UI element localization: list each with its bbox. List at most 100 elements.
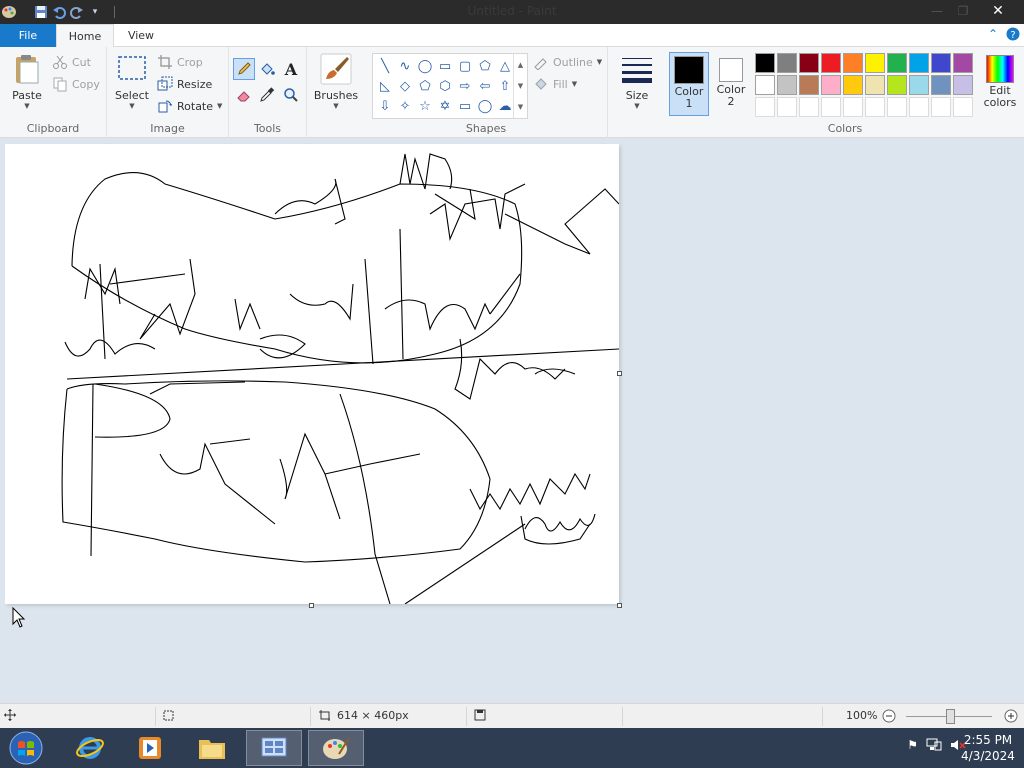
shapes-gallery-scroller[interactable]: ▲ ▼ ▼ (513, 54, 527, 118)
rotate-button[interactable]: Rotate ▼ (157, 96, 222, 116)
palette-color-19[interactable] (931, 75, 951, 95)
color2-selector[interactable]: Color 2 (711, 52, 751, 116)
scroll-up-icon[interactable]: ▲ (518, 61, 523, 69)
diamond-shape-icon[interactable]: ◇ (395, 76, 415, 96)
polygon-shape-icon[interactable]: ⬠ (475, 56, 495, 76)
palette-custom-slot-2[interactable] (777, 97, 797, 117)
gallery-expand-icon[interactable]: ▼ (518, 103, 523, 111)
palette-custom-slot-1[interactable] (755, 97, 775, 117)
paste-button[interactable]: Paste ▼ (8, 53, 46, 110)
palette-color-5[interactable] (843, 53, 863, 73)
curve-shape-icon[interactable]: ∿ (395, 56, 415, 76)
color-picker-tool[interactable] (256, 84, 278, 106)
drawing-canvas[interactable] (5, 144, 620, 605)
tab-file[interactable]: File (0, 24, 56, 47)
svg-text:?: ? (1010, 30, 1015, 41)
pentagon-shape-icon[interactable]: ⬠ (415, 76, 435, 96)
crop-button[interactable]: Crop (157, 52, 203, 72)
palette-custom-slot-6[interactable] (865, 97, 885, 117)
right-arrow-shape-icon[interactable]: ⇨ (455, 76, 475, 96)
palette-color-2[interactable] (777, 53, 797, 73)
brushes-button[interactable]: Brushes ▼ (311, 53, 361, 110)
magnifier-tool[interactable] (280, 84, 302, 106)
fill-button[interactable]: Fill ▼ (533, 74, 577, 94)
eraser-tool[interactable] (233, 84, 255, 106)
five-point-star-shape-icon[interactable]: ☆ (415, 96, 435, 116)
taskbar-internet-explorer[interactable] (62, 730, 118, 766)
palette-custom-slot-10[interactable] (953, 97, 973, 117)
zoom-slider-thumb[interactable] (946, 709, 955, 724)
up-arrow-shape-icon[interactable]: ⇧ (495, 76, 515, 96)
network-icon[interactable] (926, 738, 942, 755)
canvas-resize-handle-corner[interactable] (617, 603, 622, 608)
canvas-resize-handle-right[interactable] (617, 371, 622, 376)
palette-color-3[interactable] (799, 53, 819, 73)
cut-button[interactable]: Cut (52, 52, 91, 72)
left-arrow-shape-icon[interactable]: ⇦ (475, 76, 495, 96)
six-point-star-shape-icon[interactable]: ✡ (435, 96, 455, 116)
text-tool[interactable]: A (280, 58, 302, 80)
resize-button[interactable]: Resize (157, 74, 212, 94)
hexagon-shape-icon[interactable]: ⬡ (435, 76, 455, 96)
edit-colors-button[interactable]: Edit colors (978, 52, 1022, 116)
color1-selector[interactable]: Color 1 (669, 52, 709, 116)
palette-custom-slot-4[interactable] (821, 97, 841, 117)
rectangle-shape-icon[interactable]: ▭ (435, 56, 455, 76)
fill-tool[interactable] (256, 58, 278, 80)
palette-color-20[interactable] (953, 75, 973, 95)
taskbar-file-explorer[interactable] (184, 730, 240, 766)
action-center-flag-icon[interactable]: ⚑ (907, 738, 918, 755)
collapse-ribbon-icon[interactable]: ⌃ (988, 27, 998, 44)
tab-view[interactable]: View (116, 24, 166, 48)
canvas-workspace[interactable] (0, 138, 1024, 703)
start-button[interactable] (6, 730, 46, 766)
pencil-tool[interactable] (233, 58, 255, 80)
rounded-callout-shape-icon[interactable]: ▭ (455, 96, 475, 116)
copy-button[interactable]: Copy (52, 74, 100, 94)
palette-color-14[interactable] (821, 75, 841, 95)
canvas-resize-handle-bottom[interactable] (309, 603, 314, 608)
palette-color-16[interactable] (865, 75, 885, 95)
palette-color-12[interactable] (777, 75, 797, 95)
four-point-star-shape-icon[interactable]: ✧ (395, 96, 415, 116)
tab-home[interactable]: Home (56, 24, 114, 48)
select-button[interactable]: Select ▼ (113, 53, 151, 110)
outline-button[interactable]: Outline ▼ (533, 52, 602, 72)
oval-shape-icon[interactable]: ◯ (415, 56, 435, 76)
palette-color-15[interactable] (843, 75, 863, 95)
rounded-rectangle-shape-icon[interactable]: ▢ (455, 56, 475, 76)
palette-custom-slot-3[interactable] (799, 97, 819, 117)
oval-callout-shape-icon[interactable]: ◯ (475, 96, 495, 116)
palette-custom-slot-5[interactable] (843, 97, 863, 117)
maximize-button[interactable]: ❐ (948, 0, 978, 22)
palette-color-11[interactable] (755, 75, 775, 95)
help-icon[interactable]: ? (1006, 27, 1020, 44)
down-arrow-shape-icon[interactable]: ⇩ (375, 96, 395, 116)
palette-custom-slot-8[interactable] (909, 97, 929, 117)
palette-custom-slot-9[interactable] (931, 97, 951, 117)
size-button[interactable]: Size ▼ (616, 53, 658, 110)
palette-color-1[interactable] (755, 53, 775, 73)
palette-color-17[interactable] (887, 75, 907, 95)
right-triangle-shape-icon[interactable]: ◺ (375, 76, 395, 96)
palette-color-6[interactable] (865, 53, 885, 73)
palette-color-13[interactable] (799, 75, 819, 95)
palette-color-10[interactable] (953, 53, 973, 73)
palette-color-9[interactable] (931, 53, 951, 73)
palette-custom-slot-7[interactable] (887, 97, 907, 117)
zoom-in-button[interactable] (1004, 709, 1018, 723)
triangle-shape-icon[interactable]: △ (495, 56, 515, 76)
taskbar-control-panel[interactable] (246, 730, 302, 766)
close-button[interactable]: ✕ (983, 0, 1013, 22)
taskbar-clock[interactable]: 2:55 PM 4/3/2024 (958, 732, 1018, 764)
zoom-out-button[interactable] (882, 709, 896, 723)
palette-color-7[interactable] (887, 53, 907, 73)
palette-color-4[interactable] (821, 53, 841, 73)
cloud-callout-shape-icon[interactable]: ☁ (495, 96, 515, 116)
taskbar-media-player[interactable] (122, 730, 178, 766)
palette-color-18[interactable] (909, 75, 929, 95)
line-shape-icon[interactable]: ╲ (375, 56, 395, 76)
scroll-down-icon[interactable]: ▼ (518, 82, 523, 90)
taskbar-paint[interactable] (308, 730, 364, 766)
palette-color-8[interactable] (909, 53, 929, 73)
